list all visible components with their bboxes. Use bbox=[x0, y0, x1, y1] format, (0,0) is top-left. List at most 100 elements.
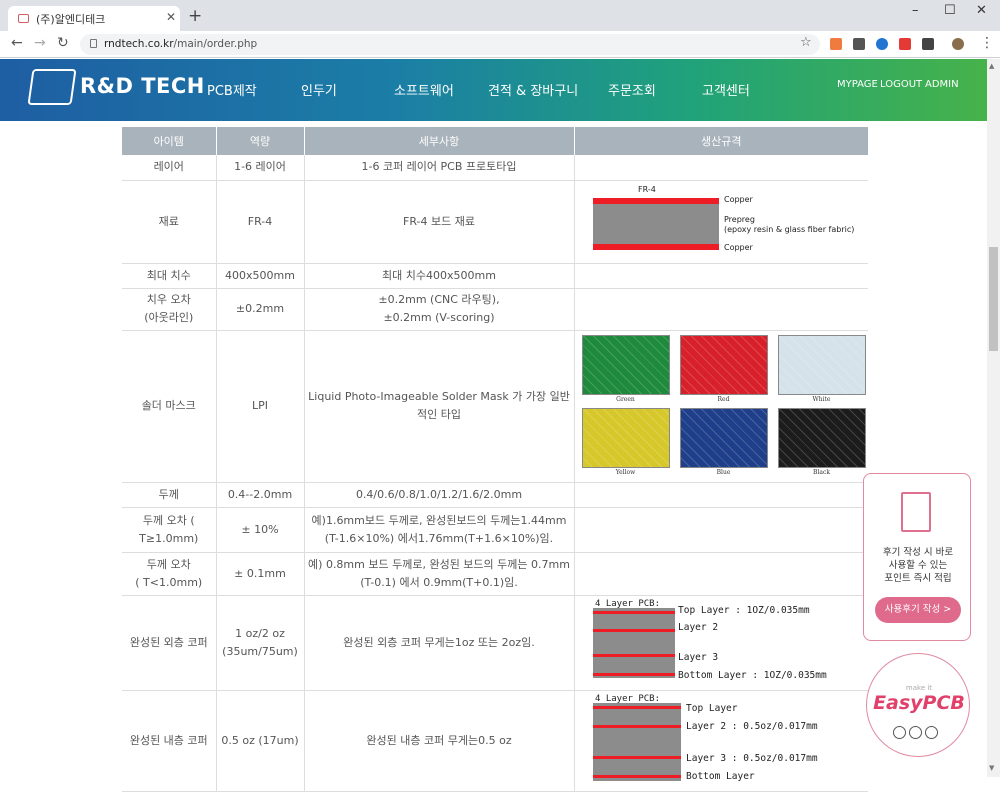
cell-spec bbox=[574, 263, 868, 289]
easypcb-logo: EasyPCB bbox=[873, 692, 965, 714]
address-bar[interactable]: rndtech.co.kr/main/order.php bbox=[80, 34, 820, 55]
extension-icon[interactable] bbox=[853, 38, 865, 50]
logo-icon[interactable] bbox=[27, 69, 77, 105]
cell-detail: 최대 치수400x500mm bbox=[304, 263, 575, 289]
copper-layer-bottom bbox=[592, 243, 719, 250]
copper-layer-top bbox=[592, 197, 719, 204]
nav-soldering-iron[interactable]: 인두기 bbox=[301, 80, 337, 99]
extension-icon[interactable] bbox=[922, 38, 934, 50]
nav-quote-cart[interactable]: 견적 & 장바구니 bbox=[488, 80, 578, 99]
fr4-prepreg-label: Prepreg bbox=[724, 215, 755, 224]
nav-order-lookup[interactable]: 주문조회 bbox=[608, 80, 656, 99]
minimize-icon[interactable]: – bbox=[912, 3, 919, 18]
new-tab-icon[interactable]: + bbox=[188, 6, 202, 26]
outer-copper-diagram: 4 Layer PCB: Top Layer : 1OZ/0.035mm Lay… bbox=[592, 599, 826, 681]
outer-core bbox=[592, 607, 675, 678]
cell-item: 재료 bbox=[122, 180, 217, 264]
cell-item: 두께 bbox=[122, 482, 217, 508]
soldermask-sample: Green bbox=[581, 335, 670, 404]
nav-customer-center[interactable]: 고객센터 bbox=[702, 80, 750, 99]
soldermask-caption: Green bbox=[616, 396, 635, 403]
cell-spec: 4 Layer PCB: Top Layer : 1OZ/0.035mm Lay… bbox=[574, 595, 868, 691]
table-header-row: 아이템 역량 세부사항 생산규격 bbox=[122, 127, 868, 155]
page-scrollbar[interactable]: ▲ ▼ bbox=[987, 59, 1000, 777]
table-row: 두께 오차 ( T<1.0mm) ± 0.1mm 예) 0.8mm 보드 두께로… bbox=[122, 552, 868, 596]
soldermask-caption: Red bbox=[717, 396, 730, 403]
outer-label: Top Layer : 1OZ/0.035mm bbox=[678, 605, 810, 616]
back-icon[interactable]: ← bbox=[11, 35, 23, 51]
inner-label: Top Layer bbox=[686, 703, 738, 714]
cell-detail: 예) 0.8mm 보드 두께로, 완성된 보드의 두께는 0.7mm (T-0.… bbox=[304, 552, 575, 596]
table-row: 완성된 내층 코퍼 0.5 oz (17um) 완성된 내층 코퍼 무게는0.5… bbox=[122, 690, 868, 792]
cell-spec bbox=[574, 155, 868, 181]
review-widget: 후기 작성 시 바로 사용할 수 있는 포인트 즉시 적립 사용후기 작성 > bbox=[863, 473, 971, 641]
table-row: 솔더 마스크 LPI Liquid Photo-Imageable Solder… bbox=[122, 330, 868, 483]
cell-item: 완성된 외층 코퍼 bbox=[122, 595, 217, 691]
extension-icon[interactable] bbox=[876, 38, 888, 50]
cell-detail: FR-4 보드 재료 bbox=[304, 180, 575, 264]
logo-text[interactable]: R&D TECH bbox=[80, 74, 205, 98]
outer-diagram-title: 4 Layer PCB: bbox=[595, 599, 660, 609]
mypage-link[interactable]: MYPAGE bbox=[837, 79, 878, 90]
spec-table: 아이템 역량 세부사항 생산규격 레이어 1-6 레이어 1-6 코퍼 레이어 … bbox=[122, 127, 868, 792]
header-capability: 역량 bbox=[216, 127, 305, 155]
browser-menu-icon[interactable]: ⋮ bbox=[980, 35, 994, 51]
soldermask-sample: Red bbox=[679, 335, 768, 404]
scroll-down-icon[interactable]: ▼ bbox=[989, 764, 994, 772]
nav-pcb[interactable]: PCB제작 bbox=[207, 80, 257, 99]
cell-spec bbox=[574, 288, 868, 331]
header-spec: 생산규격 bbox=[574, 127, 868, 155]
extension-icon[interactable] bbox=[830, 38, 842, 50]
cell-spec bbox=[574, 552, 868, 596]
logout-link[interactable]: LOGOUT bbox=[880, 79, 922, 90]
site-header: R&D TECH PCB제작 인두기 소프트웨어 견적 & 장바구니 주문조회 … bbox=[0, 59, 987, 121]
reload-icon[interactable]: ↻ bbox=[57, 35, 69, 51]
write-review-button[interactable]: 사용후기 작성 > bbox=[875, 597, 961, 623]
inner-layer-line bbox=[592, 705, 681, 709]
scrollbar-thumb[interactable] bbox=[989, 247, 998, 351]
check-cert-icon bbox=[893, 726, 906, 739]
soldermask-caption: Yellow bbox=[615, 469, 636, 476]
cell-cap: 0.5 oz (17um) bbox=[216, 690, 305, 792]
easypcb-tagline: make it bbox=[905, 684, 933, 692]
url-path: /main/order.php bbox=[173, 38, 258, 50]
cell-item: 완성된 내층 코퍼 bbox=[122, 690, 217, 792]
site-favicon-icon bbox=[18, 14, 29, 23]
browser-tab[interactable]: (주)알엔디테크 ✕ bbox=[8, 6, 180, 31]
forward-icon[interactable]: → bbox=[34, 35, 46, 51]
inner-core bbox=[592, 702, 681, 781]
certification-icons bbox=[893, 724, 953, 739]
cell-detail: ±0.2mm (CNC 라우팅), ±0.2mm (V-scoring) bbox=[304, 288, 575, 331]
table-row: 최대 치수 400x500mm 최대 치수400x500mm bbox=[122, 263, 868, 289]
cell-cap: 1 oz/2 oz (35um/75um) bbox=[216, 595, 305, 691]
profile-avatar-icon[interactable] bbox=[952, 38, 964, 50]
cell-item: 최대 치수 bbox=[122, 263, 217, 289]
cell-cap: ± 0.1mm bbox=[216, 552, 305, 596]
cell-detail: 완성된 내층 코퍼 무게는0.5 oz bbox=[304, 690, 575, 792]
soldermask-photo bbox=[679, 408, 768, 468]
outer-layer-line bbox=[592, 672, 675, 676]
window-close-icon[interactable]: ✕ bbox=[976, 3, 987, 18]
table-row: 치우 오차 (아웃라인) ±0.2mm ±0.2mm (CNC 라우팅), ±0… bbox=[122, 288, 868, 331]
nav-software[interactable]: 소프트웨어 bbox=[394, 80, 454, 99]
outer-layer-line bbox=[592, 653, 675, 657]
cell-detail: 완성된 외층 코퍼 무게는1oz 또는 2oz임. bbox=[304, 595, 575, 691]
cell-spec bbox=[574, 507, 868, 553]
cell-cap: 0.4--2.0mm bbox=[216, 482, 305, 508]
admin-link[interactable]: ADMIN bbox=[925, 79, 959, 90]
scroll-up-icon[interactable]: ▲ bbox=[989, 62, 994, 70]
soldermask-sample: Black bbox=[777, 408, 866, 477]
cell-item: 두께 오차 ( T≥1.0mm) bbox=[122, 507, 217, 553]
tab-close-icon[interactable]: ✕ bbox=[166, 10, 176, 24]
inner-layer-line bbox=[592, 724, 681, 728]
cell-item: 레이어 bbox=[122, 155, 217, 181]
easypcb-badge[interactable]: make it EasyPCB bbox=[866, 653, 970, 757]
cell-item: 치우 오차 (아웃라인) bbox=[122, 288, 217, 331]
fr4-prepreg-note: (epoxy resin & glass fiber fabric) bbox=[724, 225, 854, 234]
bookmark-star-icon[interactable]: ☆ bbox=[800, 35, 812, 50]
extension-icon[interactable] bbox=[899, 38, 911, 50]
cell-item: 솔더 마스크 bbox=[122, 330, 217, 483]
tab-title: (주)알엔디테크 bbox=[36, 13, 106, 26]
maximize-icon[interactable]: ☐ bbox=[944, 3, 956, 18]
inner-copper-diagram: 4 Layer PCB: Top Layer Layer 2 : 0.5oz/0… bbox=[592, 694, 817, 782]
